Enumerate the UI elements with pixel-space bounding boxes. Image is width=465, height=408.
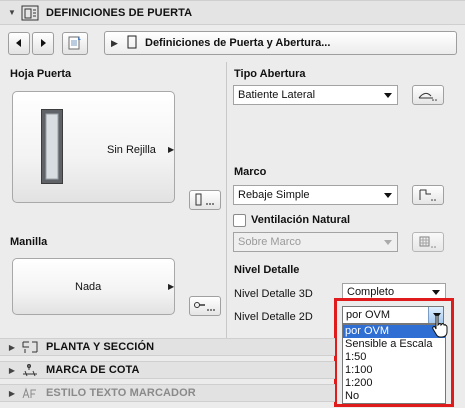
section-header-marker-text-style[interactable]: ▶ ESTILO TEXTO MARCADOR bbox=[0, 384, 335, 402]
manilla-label: Manilla bbox=[10, 236, 48, 248]
option-1-50[interactable]: 1:50 bbox=[343, 351, 445, 364]
handle-settings-icon bbox=[194, 302, 215, 311]
frame-profile-icon bbox=[419, 189, 436, 201]
door-leaf-preview-icon bbox=[41, 109, 63, 184]
plan-section-icon bbox=[20, 339, 40, 355]
section-title: MARCA DE COTA bbox=[46, 364, 140, 376]
door-page-icon bbox=[127, 35, 139, 52]
navigation-toolbar bbox=[8, 31, 90, 55]
page-list-icon bbox=[68, 36, 81, 50]
dimension-marker-icon bbox=[20, 362, 40, 378]
tipo-abertura-label: Tipo Abertura bbox=[234, 68, 306, 80]
handle-selector[interactable]: Nada ▶ bbox=[12, 258, 175, 315]
natural-ventilation-checkbox[interactable] bbox=[233, 214, 246, 227]
frame-select[interactable]: Rebaje Simple bbox=[233, 185, 398, 205]
ventilation-settings-button[interactable] bbox=[412, 232, 444, 252]
arrow-right-icon bbox=[41, 39, 46, 47]
settings-page-label: Definiciones de Puerta y Abertura... bbox=[145, 37, 331, 49]
natural-ventilation-label: Ventilación Natural bbox=[251, 214, 351, 226]
dropdown-arrow-icon bbox=[384, 193, 392, 198]
option-no[interactable]: No bbox=[343, 390, 445, 403]
collapse-triangle-icon[interactable]: ▼ bbox=[6, 8, 18, 17]
detail-level-3d-label: Nivel Detalle 3D bbox=[234, 288, 313, 300]
expand-triangle-icon[interactable]: ▶ bbox=[6, 343, 18, 352]
section-header-door-settings[interactable]: ▼ DEFINICIONES DE PUERTA bbox=[0, 0, 465, 25]
ventilation-grid-icon bbox=[419, 236, 436, 248]
marker-text-style-icon bbox=[20, 385, 40, 401]
option-1-200[interactable]: 1:200 bbox=[343, 377, 445, 390]
opening-type-settings-button[interactable] bbox=[412, 85, 444, 105]
handle-value: Nada bbox=[75, 281, 102, 293]
detail-level-3d-value: Completo bbox=[347, 286, 395, 298]
section-title: ESTILO TEXTO MARCADOR bbox=[46, 387, 196, 399]
frame-value: Rebaje Simple bbox=[238, 189, 310, 201]
dropdown-arrow-icon bbox=[384, 93, 392, 98]
chevron-right-icon: ▶ bbox=[168, 282, 175, 291]
arrow-left-icon bbox=[16, 39, 21, 47]
settings-page-dropdown[interactable]: ▶ Definiciones de Puerta y Abertura... bbox=[104, 31, 457, 55]
detail-level-2d-label: Nivel Detalle 2D bbox=[234, 311, 313, 323]
next-button[interactable] bbox=[32, 31, 54, 55]
mouse-pointer-icon bbox=[432, 314, 448, 338]
dropdown-arrow-icon bbox=[432, 290, 440, 295]
door-leaf-value: Sin Rejilla bbox=[107, 144, 156, 156]
frame-settings-button[interactable] bbox=[412, 185, 444, 205]
chevron-right-icon: ▶ bbox=[111, 37, 118, 48]
handle-settings-button[interactable] bbox=[189, 296, 221, 316]
opening-swing-icon bbox=[418, 92, 437, 101]
expand-triangle-icon[interactable]: ▶ bbox=[6, 389, 18, 398]
previous-button[interactable] bbox=[8, 31, 30, 55]
detail-level-2d-value: por OVM bbox=[346, 309, 391, 321]
option-sensible-a-escala[interactable]: Sensible a Escala bbox=[343, 338, 445, 351]
door-leaf-settings-icon bbox=[195, 193, 214, 206]
column-divider bbox=[226, 62, 227, 338]
section-header-dimension-marker[interactable]: ▶ MARCA DE COTA bbox=[0, 361, 335, 379]
door-settings-icon bbox=[20, 5, 40, 21]
nivel-detalle-label: Nivel Detalle bbox=[234, 264, 300, 276]
settings-page-button[interactable] bbox=[62, 31, 88, 55]
hoja-puerta-label: Hoja Puerta bbox=[10, 68, 72, 80]
opening-type-value: Batiente Lateral bbox=[238, 89, 316, 101]
dropdown-arrow-icon bbox=[384, 240, 392, 245]
ventilation-position-select[interactable]: Sobre Marco bbox=[233, 232, 398, 252]
detail-level-2d-select[interactable]: por OVM bbox=[342, 306, 444, 324]
opening-type-select[interactable]: Batiente Lateral bbox=[233, 85, 398, 105]
section-title: DEFINICIONES DE PUERTA bbox=[46, 6, 193, 19]
ventilation-position-value: Sobre Marco bbox=[238, 236, 301, 248]
chevron-right-icon: ▶ bbox=[168, 145, 175, 154]
expand-triangle-icon[interactable]: ▶ bbox=[6, 366, 18, 375]
section-title: PLANTA Y SECCIÓN bbox=[46, 341, 155, 353]
section-header-plan-section[interactable]: ▶ PLANTA Y SECCIÓN bbox=[0, 338, 335, 356]
marco-label: Marco bbox=[234, 166, 267, 178]
door-leaf-settings-button[interactable] bbox=[189, 190, 221, 210]
option-1-100[interactable]: 1:100 bbox=[343, 364, 445, 377]
door-leaf-selector[interactable]: Sin Rejilla ▶ bbox=[12, 91, 175, 203]
